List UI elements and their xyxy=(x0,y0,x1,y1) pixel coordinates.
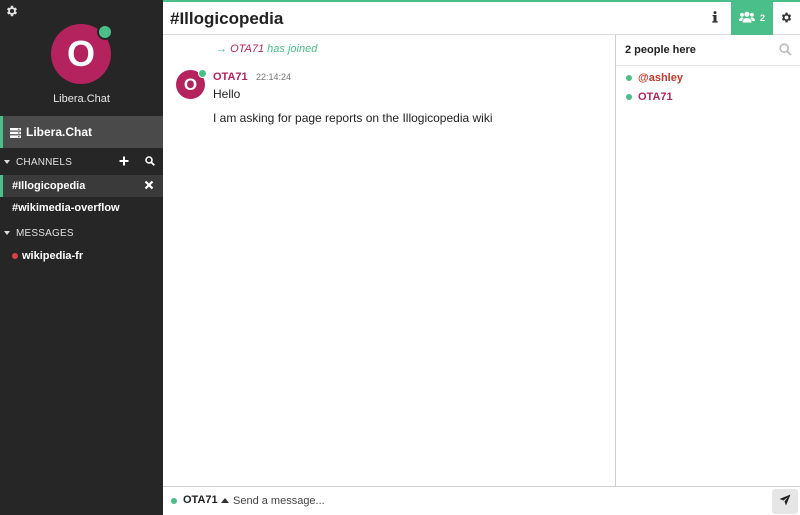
userlist-header: 2 people here xyxy=(616,35,800,66)
channel-header: #Illogicopedia 2 xyxy=(163,0,800,35)
caret-up-icon[interactable] xyxy=(221,498,229,503)
plus-icon[interactable] xyxy=(119,156,131,168)
query-item-label: wikipedia-fr xyxy=(22,250,84,262)
message-text: Hello xyxy=(213,87,241,101)
channel-settings-button[interactable] xyxy=(773,2,800,35)
online-status-dot xyxy=(97,24,113,40)
messages-header-label: MESSAGES xyxy=(16,227,74,239)
userlist-item[interactable]: @ashley xyxy=(626,72,683,84)
channel-item-label: #Illogicopedia xyxy=(12,180,86,192)
network-item-libera[interactable]: Libera.Chat xyxy=(0,116,163,148)
status-dot xyxy=(12,253,18,259)
sidebar: O Libera.Chat Libera.Chat CHANNELS #Illo… xyxy=(0,0,163,515)
network-title: Libera.Chat xyxy=(53,93,110,105)
users-icon xyxy=(738,11,760,25)
info-icon xyxy=(712,11,718,26)
network-item-label: Libera.Chat xyxy=(26,125,93,139)
close-icon[interactable] xyxy=(144,180,155,191)
userlist-item[interactable]: OTA71 xyxy=(626,91,673,103)
channel-item-illogicopedia[interactable]: #Illogicopedia xyxy=(0,175,163,197)
join-text: has joined xyxy=(267,43,318,55)
channel-item-label: #wikimedia-overflow xyxy=(12,202,120,214)
collapse-triangle-icon xyxy=(4,231,10,235)
join-nick[interactable]: OTA71 xyxy=(230,43,264,55)
channel-item-wikimedia-overflow[interactable]: #wikimedia-overflow xyxy=(0,197,163,219)
message-nick[interactable]: OTA71 xyxy=(213,71,248,83)
user-nick: @ashley xyxy=(638,72,683,84)
search-icon[interactable] xyxy=(779,43,792,56)
arrow-right-icon: → xyxy=(216,43,227,55)
avatar-letter: O xyxy=(183,75,198,94)
message-text: I am asking for page reports on the Illo… xyxy=(213,111,493,125)
channel-info-button[interactable] xyxy=(700,2,730,35)
network-avatar[interactable]: O xyxy=(51,24,113,84)
gear-icon xyxy=(780,11,793,27)
online-status-dot xyxy=(171,498,177,504)
avatar[interactable]: O xyxy=(176,69,207,99)
user-nick: OTA71 xyxy=(638,91,673,103)
online-status-dot xyxy=(198,69,207,78)
query-item-wikipedia-fr[interactable]: wikipedia-fr xyxy=(0,245,163,267)
userlist-panel: 2 people here @ashley OTA71 xyxy=(615,35,800,486)
message-input[interactable] xyxy=(233,491,753,511)
people-count-badge: 2 xyxy=(759,12,765,23)
send-icon xyxy=(779,494,791,509)
message-list[interactable]: → OTA71 has joined O OTA71 22:14:24 Hell… xyxy=(163,35,615,486)
messages-section-header[interactable]: MESSAGES xyxy=(0,222,163,244)
collapse-triangle-icon xyxy=(4,160,10,164)
online-status-dot xyxy=(626,94,632,100)
userlist-toggle-button[interactable]: 2 xyxy=(731,0,773,35)
search-icon[interactable] xyxy=(145,156,157,168)
send-button[interactable] xyxy=(772,489,798,514)
online-status-dot xyxy=(626,75,632,81)
message-input-bar: OTA71 xyxy=(163,486,800,515)
channels-header-label: CHANNELS xyxy=(16,156,73,168)
gear-icon[interactable] xyxy=(5,4,19,18)
server-icon xyxy=(10,127,21,138)
channels-section-header[interactable]: CHANNELS xyxy=(0,151,163,173)
page-title: #Illogicopedia xyxy=(170,9,284,28)
userlist-count-label: 2 people here xyxy=(625,44,696,56)
current-nick[interactable]: OTA71 xyxy=(183,494,218,506)
join-event: → OTA71 has joined xyxy=(216,43,317,55)
message-timestamp: 22:14:24 xyxy=(256,72,292,82)
